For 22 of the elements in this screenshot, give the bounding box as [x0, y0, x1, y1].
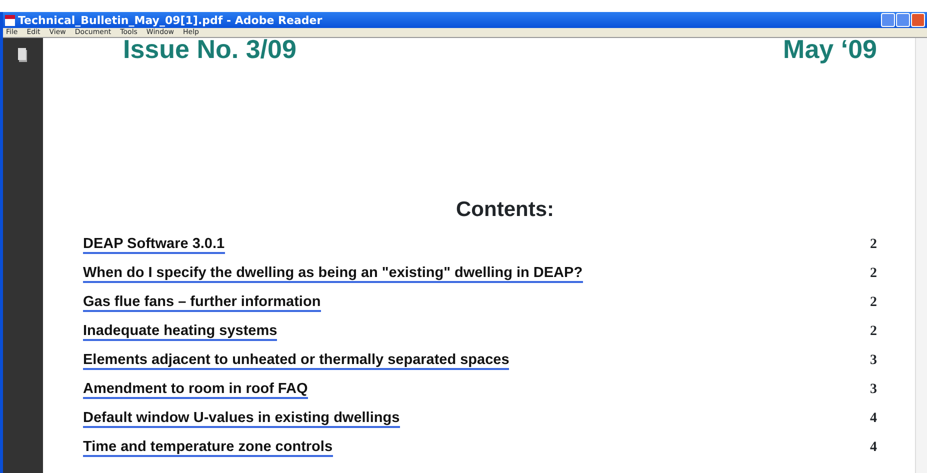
page-number: 2 — [870, 236, 877, 254]
contents-link[interactable]: Inadequate heating systems — [83, 324, 278, 342]
contents-link[interactable]: Time and temperature zone controls — [83, 440, 333, 458]
page-number: 2 — [870, 294, 877, 312]
page-number: 3 — [870, 352, 877, 370]
page-number: 2 — [870, 322, 877, 340]
contents-heading: Contents: — [455, 197, 555, 223]
issue-date: May ‘09 — [783, 38, 877, 62]
issue-number: Issue No. 3/09 — [123, 38, 296, 62]
page-number: 4 — [870, 410, 877, 428]
window-title: Technical_Bulletin_May_09[1].pdf - Adobe Reader — [18, 14, 324, 26]
contents-link[interactable]: Default window U-values in existing dwellings — [83, 410, 400, 428]
contents-link[interactable]: Amendment to room in roof FAQ — [83, 382, 308, 400]
pages-icon[interactable] — [18, 48, 28, 62]
contents-link[interactable]: Elements adjacent to unheated or thermally separated spaces — [83, 352, 510, 370]
page-number: 2 — [870, 264, 877, 282]
contents-link[interactable]: DEAP Software 3.0.1 — [83, 236, 225, 254]
page-number: 4 — [870, 438, 877, 456]
contents-link[interactable]: When do I specify the dwelling as being an "existing" dwelling in DEAP? — [83, 266, 583, 284]
document-icon — [5, 14, 15, 26]
page-number: 3 — [870, 380, 877, 398]
contents-link[interactable]: Gas flue fans – further information — [83, 294, 321, 312]
